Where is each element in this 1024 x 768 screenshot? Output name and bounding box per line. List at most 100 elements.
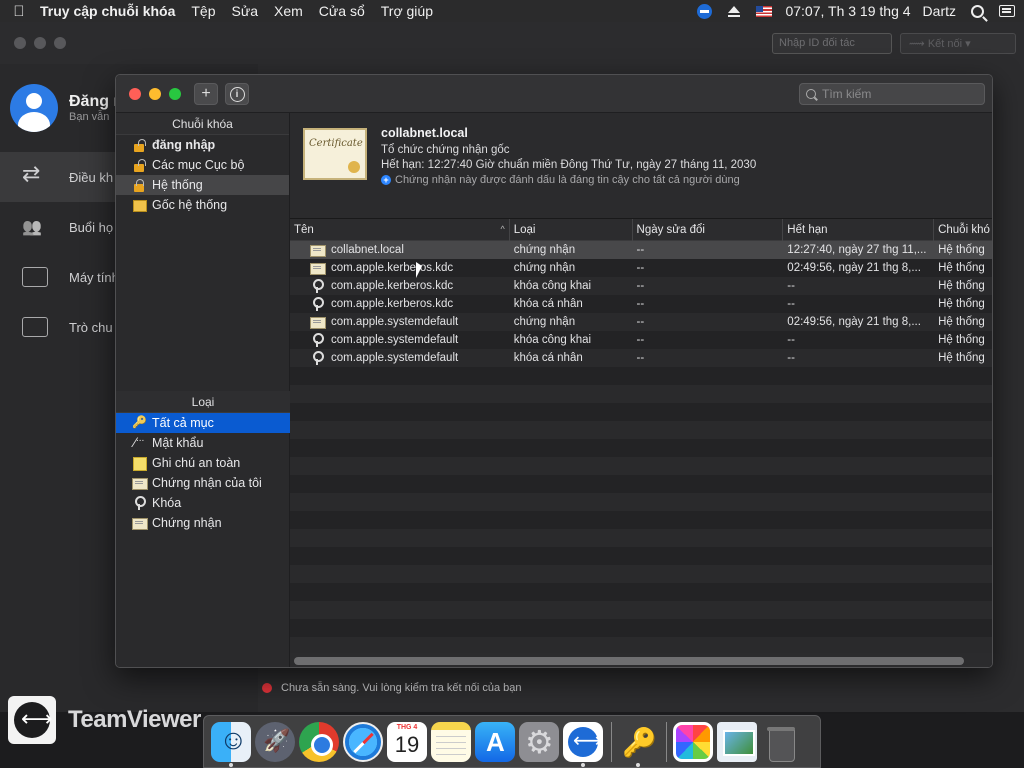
dock-launchpad-icon[interactable] (255, 721, 295, 762)
column-header-expires[interactable]: Hết hạn (783, 219, 935, 241)
menu-app-name[interactable]: Truy cập chuỗi khóa (40, 3, 175, 19)
table-row[interactable]: com.apple.kerberos.kdc chứng nhận -- 02:… (290, 259, 992, 277)
dock-safari-icon[interactable] (343, 721, 383, 762)
dock-chrome-icon[interactable] (299, 721, 339, 762)
tv-nav-label: Điều kh (69, 169, 114, 185)
menu-edit[interactable]: Sửa (232, 3, 259, 19)
dock-notes-icon[interactable] (431, 721, 471, 762)
column-header-keychain[interactable]: Chuỗi khó (934, 219, 992, 241)
dock-app-store-icon[interactable] (475, 721, 515, 762)
dock-finder-icon[interactable] (211, 721, 251, 767)
info-button[interactable]: i (225, 83, 249, 105)
keychain-item-system[interactable]: Hệ thống (116, 175, 289, 195)
table-row[interactable]: com.apple.systemdefault chứng nhận -- 02… (290, 313, 992, 331)
detail-subtitle: Tổ chức chứng nhận gốc (381, 144, 510, 156)
cell-name: com.apple.kerberos.kdc (331, 280, 454, 292)
contacts-icon (22, 267, 48, 287)
cell-keychain: Hệ thống (938, 352, 985, 364)
column-header-label: Chuỗi khó (938, 224, 990, 236)
empty-row (290, 385, 992, 403)
cell-type: khóa cá nhân (513, 298, 583, 310)
dock-keychain-access-icon[interactable] (618, 722, 658, 767)
category-item-all[interactable]: Tất cả mục (116, 413, 290, 433)
column-header-name[interactable]: Tên ^ (290, 219, 510, 241)
zoom-button[interactable] (169, 88, 181, 100)
menu-user[interactable]: Dartz (923, 3, 956, 19)
cell-keychain: Hệ thống (938, 244, 985, 256)
category-item-label: Ghi chú an toàn (152, 456, 241, 470)
cell-type: chứng nhận (513, 244, 576, 256)
horizontal-scrollbar[interactable] (290, 653, 992, 667)
cell-expires: 02:49:56, ngày 21 thg 8,... (787, 316, 921, 328)
input-source-flag-icon[interactable] (755, 3, 773, 19)
table-row[interactable]: com.apple.kerberos.kdc khóa công khai --… (290, 277, 992, 295)
apple-menu-icon[interactable]:  (8, 3, 30, 20)
column-header-kind[interactable]: Loại (510, 219, 633, 241)
keychain-item-local-items[interactable]: Các mục Cục bộ (116, 155, 289, 175)
menu-clock[interactable]: 07:07, Th 3 19 thg 4 (785, 3, 910, 19)
certificate-icon (303, 128, 367, 180)
tv-zoom-button[interactable] (54, 37, 66, 49)
cell-expires: 02:49:56, ngày 21 thg 8,... (787, 262, 921, 274)
table-row[interactable]: com.apple.systemdefault khóa công khai -… (290, 331, 992, 349)
folder-icon (132, 198, 147, 212)
column-header-label: Tên (294, 224, 314, 236)
cell-keychain: Hệ thống (938, 280, 985, 292)
column-header-modified[interactable]: Ngày sửa đổi (633, 219, 784, 241)
eject-icon[interactable] (725, 3, 743, 19)
dock-preview-icon[interactable] (717, 721, 757, 762)
calendar-day: 19 (394, 731, 420, 757)
category-item-label: Chứng nhận của tôi (152, 476, 262, 490)
cell-type: chứng nhận (513, 262, 576, 274)
category-item-certificates[interactable]: Chứng nhận (116, 513, 290, 533)
tv-close-button[interactable] (14, 37, 26, 49)
add-item-button[interactable]: + (194, 83, 218, 105)
empty-row (290, 403, 992, 421)
partner-id-input[interactable]: Nhập ID đối tác (772, 33, 892, 54)
empty-row (290, 457, 992, 475)
minimize-button[interactable] (149, 88, 161, 100)
scrollbar-thumb[interactable] (294, 657, 964, 665)
tv-profile[interactable]: Đăng n Bạn vẫn (10, 84, 123, 132)
avatar[interactable] (10, 84, 58, 132)
table-row[interactable]: com.apple.kerberos.kdc khóa cá nhân -- -… (290, 295, 992, 313)
cell-keychain: Hệ thống (938, 298, 985, 310)
notification-center-icon[interactable] (998, 3, 1016, 19)
menu-file[interactable]: Tệp (191, 3, 215, 19)
table-row[interactable]: com.apple.systemdefault khóa cá nhân -- … (290, 349, 992, 367)
empty-row (290, 637, 992, 653)
spotlight-search-icon[interactable] (968, 3, 986, 19)
category-item-secure-notes[interactable]: Ghi chú an toàn (116, 453, 290, 473)
search-field[interactable] (799, 83, 985, 105)
my-cert-icon (132, 476, 148, 490)
dock: THG 4 19 (203, 715, 821, 768)
dock-calendar-icon[interactable]: THG 4 19 (387, 721, 427, 762)
dock-trash-icon[interactable] (761, 722, 801, 762)
menu-window[interactable]: Cửa sổ (319, 3, 365, 19)
menu-view[interactable]: Xem (274, 3, 303, 19)
keychain-item-system-roots[interactable]: Gốc hệ thống (116, 195, 289, 215)
cell-type: khóa công khai (513, 280, 592, 292)
meeting-icon (22, 217, 48, 237)
search-input[interactable] (822, 87, 972, 101)
close-button[interactable] (129, 88, 141, 100)
category-item-keys[interactable]: Khóa (116, 493, 290, 513)
dock-system-preferences-icon[interactable] (519, 721, 559, 762)
connect-button[interactable]: ⟿ Kết nối ▾ (900, 33, 1016, 54)
menu-help[interactable]: Trợ giúp (381, 3, 433, 19)
table-row[interactable]: collabnet.local chứng nhận -- 12:27:40, … (290, 241, 992, 259)
empty-row (290, 529, 992, 547)
cell-type: khóa công khai (513, 334, 592, 346)
teamviewer-status-icon[interactable] (695, 3, 713, 19)
keychain-item-login[interactable]: đăng nhập (116, 135, 289, 155)
sort-ascending-icon: ^ (500, 224, 505, 234)
category-item-my-certificates[interactable]: Chứng nhận của tôi (116, 473, 290, 493)
dock-photos-icon[interactable] (673, 721, 713, 762)
key-icon (310, 351, 324, 365)
tv-status-bar: Chưa sẵn sàng. Vui lòng kiểm tra kết nối… (262, 682, 522, 694)
dock-teamviewer-icon[interactable] (563, 721, 603, 767)
category-item-passwords[interactable]: Mật khẩu (116, 433, 290, 453)
tv-minimize-button[interactable] (34, 37, 46, 49)
cell-modified: -- (636, 244, 645, 256)
running-indicator (581, 762, 585, 767)
